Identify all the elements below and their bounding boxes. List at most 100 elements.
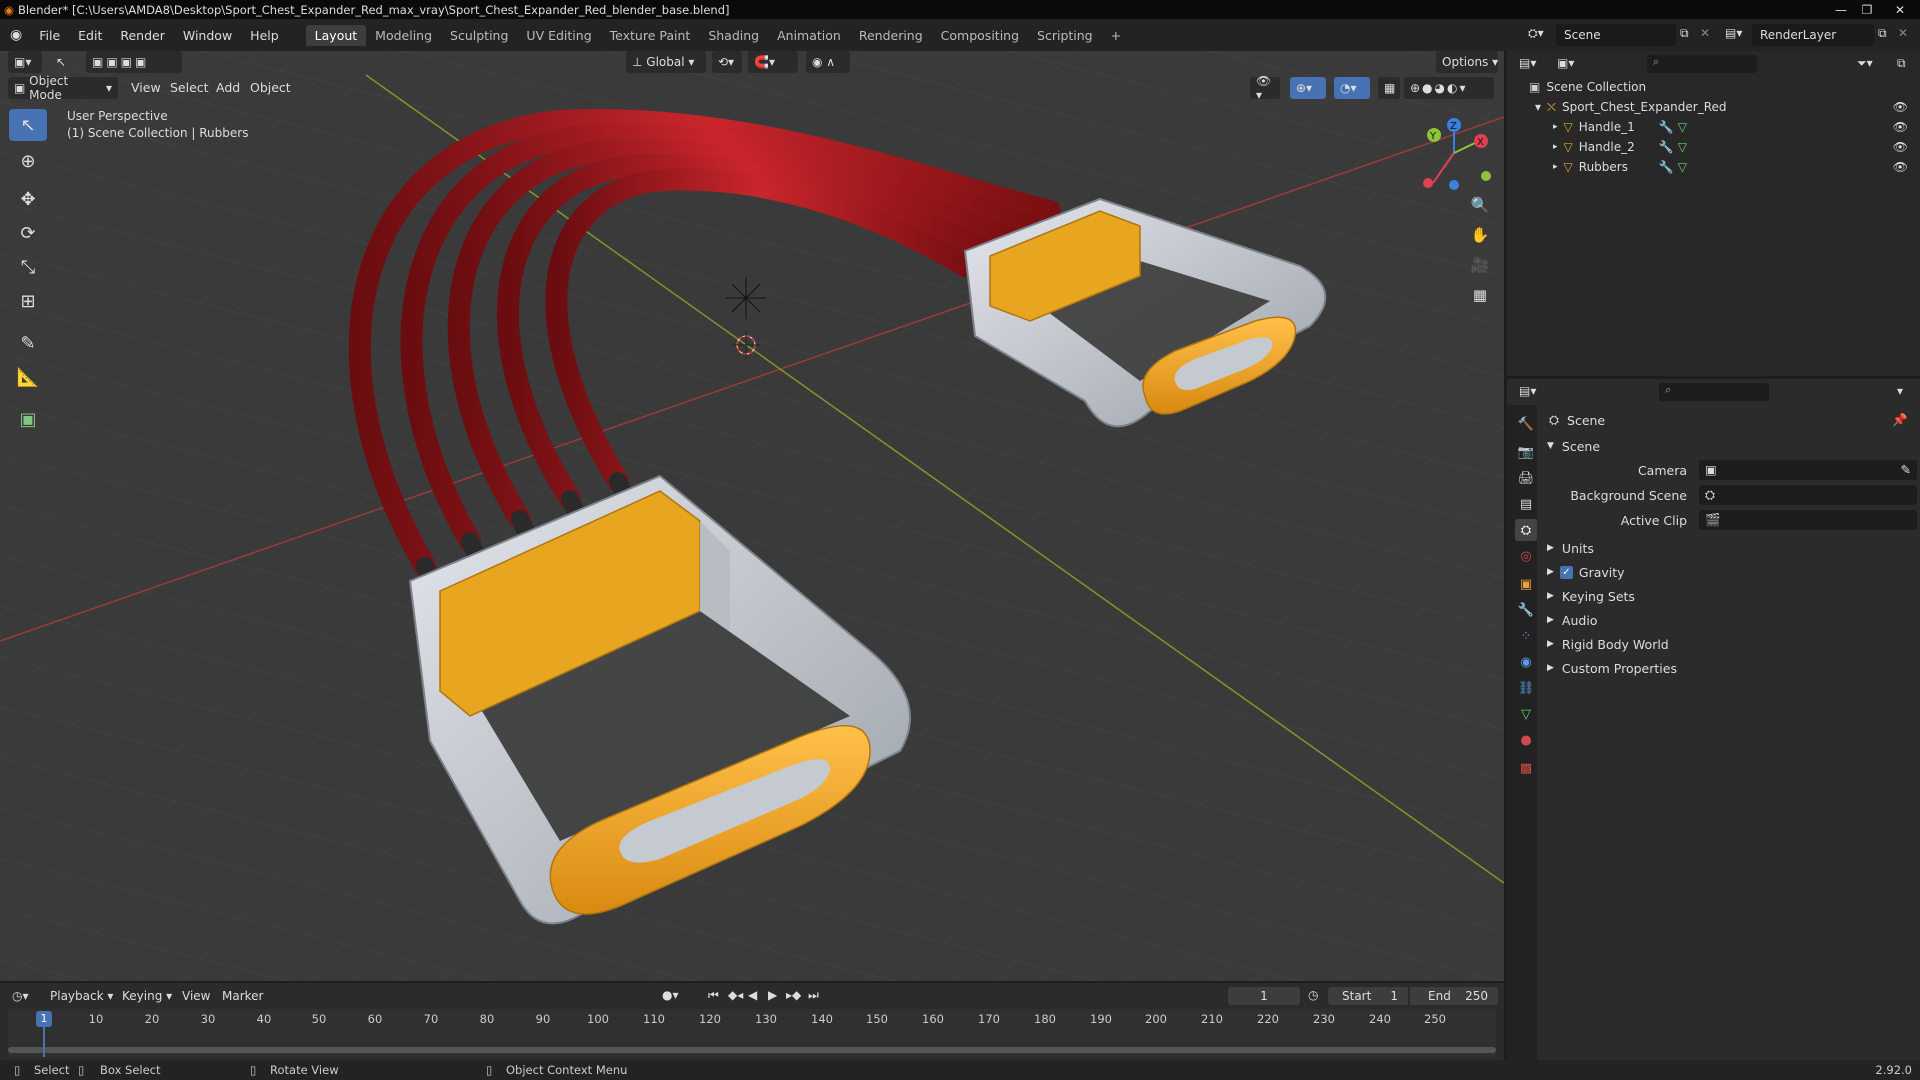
view-layer-remove-icon[interactable]: ✕: [1898, 26, 1908, 40]
visibility-eye-icon[interactable]: 👁: [1893, 100, 1908, 114]
menu-edit[interactable]: Edit: [69, 28, 111, 43]
custom-properties-panel[interactable]: ▶ Custom Properties: [1537, 657, 1920, 679]
viewport-menu-object[interactable]: Object: [250, 80, 291, 95]
pin-icon[interactable]: 📌: [1892, 412, 1908, 428]
tab-shading[interactable]: Shading: [699, 25, 768, 46]
outliner-filter-icon[interactable]: ⏷▾: [1857, 56, 1873, 71]
orientation-dropdown[interactable]: ⊥ Global ▾: [626, 51, 706, 73]
current-frame-field[interactable]: 1: [1228, 987, 1300, 1005]
outliner-search-input[interactable]: ⌕: [1647, 55, 1757, 73]
eyedropper-icon[interactable]: ✎: [1901, 462, 1911, 477]
menu-window[interactable]: Window: [174, 28, 241, 43]
visibility-eye-icon[interactable]: 👁: [1893, 160, 1908, 174]
next-keyframe-button[interactable]: ▸◆: [786, 988, 801, 1002]
data-tab-icon[interactable]: ▽: [1515, 703, 1537, 725]
playhead-badge[interactable]: 1: [36, 1011, 52, 1027]
object-tab-icon[interactable]: ▣: [1515, 573, 1537, 595]
prev-keyframe-button[interactable]: ◆◂: [728, 988, 743, 1002]
tool-annotate[interactable]: ✎: [9, 327, 47, 359]
minimize-button[interactable]: —: [1828, 0, 1854, 19]
visibility-eye-icon[interactable]: 👁: [1893, 140, 1908, 154]
add-workspace-button[interactable]: +: [1102, 25, 1130, 46]
mesh-data-icon[interactable]: ▽: [1678, 140, 1687, 154]
tab-animation[interactable]: Animation: [768, 25, 850, 46]
visibility-dropdown[interactable]: 👁▾: [1250, 74, 1280, 102]
zoom-icon[interactable]: 🔍: [1466, 191, 1494, 219]
scene-panel-header[interactable]: ▼ Scene: [1537, 435, 1920, 457]
constraints-tab-icon[interactable]: ⛓: [1515, 677, 1537, 699]
timeline-menu-playback[interactable]: Playback ▾: [50, 989, 113, 1003]
modifier-wrench-icon[interactable]: 🔧: [1659, 120, 1674, 134]
options-dropdown[interactable]: Options ▾: [1436, 51, 1498, 73]
texture-tab-icon[interactable]: ▩: [1515, 757, 1537, 779]
viewport-scene[interactable]: [0, 51, 1504, 981]
end-frame-field[interactable]: End 250: [1410, 987, 1498, 1005]
tool-tab-icon[interactable]: 🔨: [1515, 413, 1537, 435]
physics-tab-icon[interactable]: ◉: [1515, 651, 1537, 673]
play-button[interactable]: ▶: [768, 988, 777, 1002]
tool-measure[interactable]: 📐: [9, 361, 47, 393]
tab-rendering[interactable]: Rendering: [850, 25, 932, 46]
expand-arrow-icon[interactable]: ▸: [1553, 142, 1558, 152]
camera-view-icon[interactable]: 🎥: [1466, 251, 1494, 279]
expand-arrow-icon[interactable]: ▸: [1553, 162, 1558, 172]
jump-start-button[interactable]: ⏮: [708, 988, 719, 1003]
scene-remove-icon[interactable]: ✕: [1700, 26, 1710, 40]
navigation-gizmo[interactable]: Z Y X: [1410, 113, 1500, 193]
3d-viewport[interactable]: ▣▾ ↖ ▣▣▣▣ ⊥ Global ▾ ⟲▾ 🧲▾ ◉ ∧ Options ▾…: [0, 51, 1504, 981]
select-tool-button[interactable]: ↖: [50, 51, 72, 73]
tab-layout[interactable]: Layout: [305, 24, 367, 46]
outliner-scene-collection[interactable]: ▣ Scene Collection: [1507, 77, 1920, 97]
start-frame-field[interactable]: Start 1: [1328, 987, 1408, 1005]
scene-icon[interactable]: ⛭▾: [1528, 26, 1544, 41]
menu-render[interactable]: Render: [111, 28, 174, 43]
menu-file[interactable]: File: [30, 28, 69, 43]
tool-rotate[interactable]: ⟳: [9, 217, 47, 249]
shading-modes[interactable]: ⊕●◕◐▾: [1404, 77, 1494, 99]
viewport-menu-add[interactable]: Add: [216, 80, 240, 95]
object-mode-dropdown[interactable]: ▣ Object Mode ▾: [8, 74, 118, 102]
timeline-menu-keying[interactable]: Keying ▾: [122, 989, 172, 1003]
modifier-wrench-icon[interactable]: 🔧: [1659, 160, 1674, 174]
scene-selector[interactable]: Scene: [1556, 24, 1676, 46]
menu-help[interactable]: Help: [241, 28, 288, 43]
timeline-menu-view[interactable]: View: [182, 989, 210, 1003]
gravity-checkbox[interactable]: ✓: [1559, 565, 1573, 579]
outliner-display-mode-icon[interactable]: ▣▾: [1557, 56, 1574, 70]
play-reverse-button[interactable]: ◀: [748, 988, 757, 1002]
tab-modeling[interactable]: Modeling: [366, 25, 441, 46]
tab-texture-paint[interactable]: Texture Paint: [601, 25, 700, 46]
viewport-menu-select[interactable]: Select: [170, 80, 209, 95]
tab-uv-editing[interactable]: UV Editing: [517, 25, 600, 46]
overlay-toggle[interactable]: ◔▾: [1334, 77, 1370, 99]
background-scene-field[interactable]: ⛭: [1699, 485, 1917, 505]
timeline-menu-marker[interactable]: Marker: [222, 989, 263, 1003]
tool-transform[interactable]: ⊞: [9, 285, 47, 317]
pivot-dropdown[interactable]: ⟲▾: [712, 51, 742, 73]
gizmo-neg-x[interactable]: [1423, 178, 1433, 188]
modifier-tab-icon[interactable]: 🔧: [1515, 599, 1537, 621]
expand-arrow-icon[interactable]: ▸: [1553, 122, 1558, 132]
maximize-button[interactable]: ❐: [1854, 0, 1880, 19]
outliner-editor-type-icon[interactable]: ▤▾: [1519, 56, 1536, 70]
tab-sculpting[interactable]: Sculpting: [441, 25, 517, 46]
editor-type-button[interactable]: ▣▾: [8, 51, 42, 73]
outliner-object-handle-2[interactable]: ▸ ▽ Handle_2 🔧 ▽ 👁: [1507, 137, 1920, 157]
gizmo-neg-y[interactable]: [1481, 171, 1491, 181]
outliner-new-collection-icon[interactable]: ⧉: [1897, 56, 1906, 71]
outliner-collection-row[interactable]: ▾ ⛌ Sport_Chest_Expander_Red 👁: [1507, 97, 1920, 117]
gizmo-neg-z[interactable]: [1449, 180, 1459, 190]
gizmo-toggle[interactable]: ⊕▾: [1290, 77, 1326, 99]
collapse-arrow-icon[interactable]: ▾: [1535, 100, 1541, 114]
xray-toggle[interactable]: ▦: [1378, 77, 1400, 99]
particles-tab-icon[interactable]: ⁘: [1515, 625, 1537, 647]
blender-menu-icon[interactable]: ◉: [0, 27, 30, 43]
rigid-body-world-panel[interactable]: ▶ Rigid Body World: [1537, 633, 1920, 655]
ortho-grid-icon[interactable]: ▦: [1466, 281, 1494, 309]
preview-range-icon[interactable]: ◷: [1308, 988, 1318, 1002]
outliner-object-rubbers[interactable]: ▸ ▽ Rubbers 🔧 ▽ 👁: [1507, 157, 1920, 177]
properties-options-icon[interactable]: ▾: [1897, 384, 1903, 398]
pan-hand-icon[interactable]: ✋: [1466, 221, 1494, 249]
audio-panel[interactable]: ▶ Audio: [1537, 609, 1920, 631]
tab-compositing[interactable]: Compositing: [932, 25, 1028, 46]
